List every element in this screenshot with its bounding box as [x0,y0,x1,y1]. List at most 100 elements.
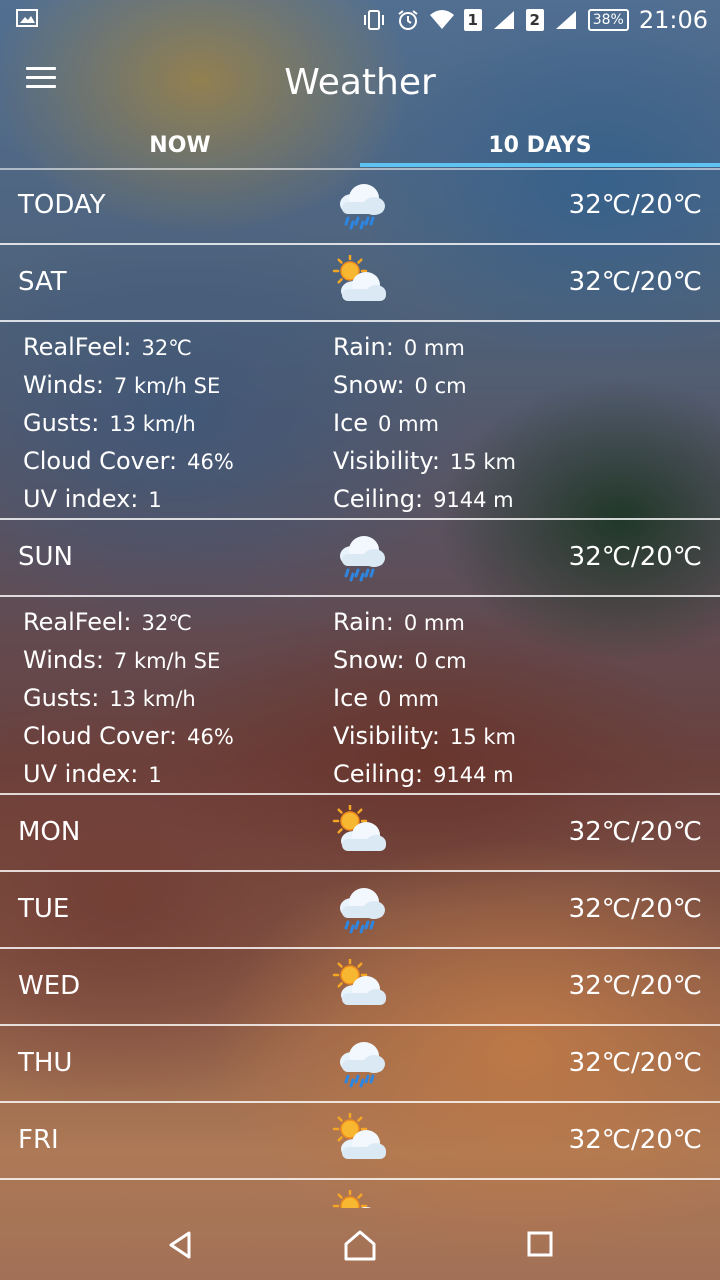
temperature-range: 32℃/20℃ [568,817,702,847]
tab-now[interactable]: NOW [0,124,360,168]
wifi-icon [429,10,454,29]
detail-value: 0 mm [378,687,439,711]
day-label: FRI [18,1125,59,1155]
rain-cloud-icon [340,536,385,582]
image-icon [16,9,38,27]
navigation-bar [0,1208,720,1280]
forecast-row-next[interactable] [0,1180,720,1208]
battery-icon: 38% [587,9,629,31]
partly-cloudy-icon [332,959,386,1005]
detail-label: Ceiling: [333,760,424,788]
rain-cloud-icon [340,184,385,230]
forecast-row-sun[interactable]: SUN 32℃/20℃ [0,520,720,597]
detail-value: 0 cm [414,374,467,398]
alarm-icon [398,10,418,30]
forecast-row-wed[interactable]: WED 32℃/20℃ [0,949,720,1026]
detail-label: RealFeel: [23,333,132,361]
temperature-range: 32℃/20℃ [568,190,702,220]
temperature-range: 32℃/20℃ [568,971,702,1001]
details-column-left: RealFeel: 32℃ Winds: 7 km/h SE Gusts: 13 km/h… [23,328,234,518]
detail-ice: Ice 0 mm [333,404,516,442]
page-title: Weather [284,62,436,103]
forecast-list[interactable]: TODAY 32℃/20℃ SAT 32℃/20℃ RealFeel: 32℃ Winds:… [0,168,720,1208]
forecast-details: RealFeel: 32℃ Winds: 7 km/h SE Gusts: 13 km/h… [0,322,720,520]
home-icon[interactable] [340,1228,380,1262]
detail-label: UV index: [23,485,139,513]
detail-realfeel: RealFeel: 32℃ [23,328,234,366]
detail-value: 1 [148,763,162,787]
details-column-right: Rain: 0 mm Snow: 0 cm Ice 0 mm Visibility: 15 k… [333,328,516,518]
forecast-details: RealFeel: 32℃ Winds: 7 km/h SE Gusts: 13 km/h… [0,597,720,795]
detail-label: Winds: [23,371,104,399]
temperature-range: 32℃/20℃ [568,894,702,924]
detail-winds: Winds: 7 km/h SE [23,641,234,679]
forecast-row-today[interactable]: TODAY 32℃/20℃ [0,168,720,245]
details-column-left: RealFeel: 32℃ Winds: 7 km/h SE Gusts: 13 km/h… [23,603,234,793]
partly-cloudy-icon [332,805,386,851]
detail-value: 9144 m [433,763,514,787]
day-label: SAT [18,267,67,297]
detail-label: Rain: [333,608,394,636]
detail-value: 32℃ [141,611,192,635]
tab-10-days[interactable]: 10 DAYS [360,124,720,168]
detail-uv-index: UV index: 1 [23,755,234,793]
temperature-range: 32℃/20℃ [568,542,702,572]
sim1-badge: 1 [463,9,482,31]
day-label: MON [18,817,81,847]
detail-snow: Snow: 0 cm [333,641,516,679]
detail-label: RealFeel: [23,608,132,636]
day-label: TUE [18,894,70,924]
detail-visibility: Visibility: 15 km [333,442,516,480]
forecast-row-thu[interactable]: THU 32℃/20℃ [0,1026,720,1103]
detail-value: 0 mm [378,412,439,436]
detail-label: Gusts: [23,409,100,437]
recents-icon[interactable] [520,1228,560,1262]
detail-value: 1 [148,488,162,512]
detail-label: Ice [333,684,369,712]
forecast-row-mon[interactable]: MON 32℃/20℃ [0,795,720,872]
detail-label: Snow: [333,371,405,399]
detail-value: 0 mm [403,336,465,360]
detail-value: 13 km/h [109,412,196,436]
detail-value: 46% [187,450,234,474]
detail-label: Cloud Cover: [23,722,178,750]
detail-value: 32℃ [141,336,192,360]
detail-visibility: Visibility: 15 km [333,717,516,755]
detail-label: Snow: [333,646,405,674]
partly-cloudy-icon [332,1190,372,1208]
detail-cloud-cover: Cloud Cover: 46% [23,717,234,755]
rain-cloud-icon [340,888,385,934]
detail-label: Rain: [333,333,394,361]
temperature-range: 32℃/20℃ [568,1125,702,1155]
forecast-row-fri[interactable]: FRI 32℃/20℃ [0,1103,720,1180]
day-label: WED [18,971,81,1001]
detail-gusts: Gusts: 13 km/h [23,679,234,717]
forecast-row-sat[interactable]: SAT 32℃/20℃ [0,245,720,322]
detail-label: Cloud Cover: [23,447,178,475]
detail-label: Winds: [23,646,104,674]
detail-uv-index: UV index: 1 [23,480,234,518]
detail-value: 0 mm [403,611,465,635]
back-icon[interactable] [160,1228,200,1262]
detail-ceiling: Ceiling: 9144 m [333,480,516,518]
detail-value: 15 km [449,450,516,474]
detail-ceiling: Ceiling: 9144 m [333,755,516,793]
temperature-range: 32℃/20℃ [568,1048,702,1078]
detail-label: Ceiling: [333,485,424,513]
forecast-row-tue[interactable]: TUE 32℃/20℃ [0,872,720,949]
details-column-right: Rain: 0 mm Snow: 0 cm Ice 0 mm Visibility: 15 k… [333,603,516,793]
detail-value: 0 cm [414,649,467,673]
detail-label: Ice [333,409,369,437]
day-label: THU [18,1048,73,1078]
rain-cloud-icon [340,1042,385,1088]
vibrate-icon [363,10,384,30]
detail-rain: Rain: 0 mm [333,328,516,366]
clock: 21:06 [638,6,708,34]
detail-value: 7 km/h SE [113,649,221,673]
signal-icon [493,11,514,29]
partly-cloudy-icon [332,1113,386,1159]
detail-value: 9144 m [433,488,514,512]
detail-snow: Snow: 0 cm [333,366,516,404]
detail-realfeel: RealFeel: 32℃ [23,603,234,641]
signal-icon [555,11,576,29]
